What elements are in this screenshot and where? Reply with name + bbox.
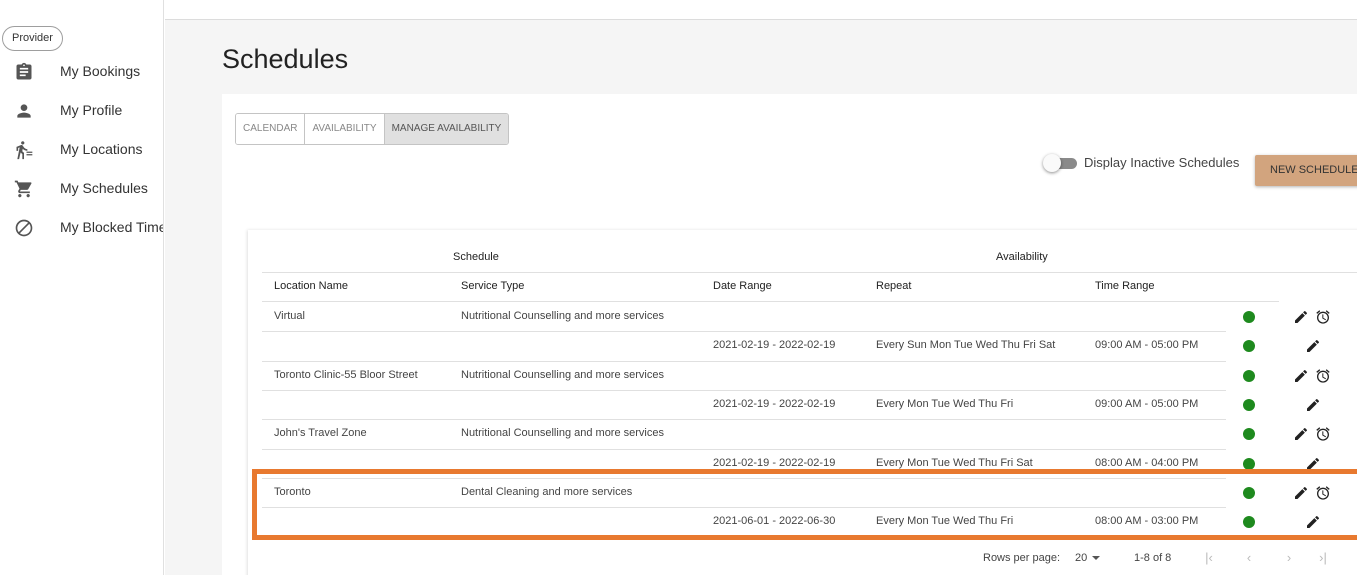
sidebar-item-label: My Schedules xyxy=(60,180,148,196)
cart-icon xyxy=(14,179,34,199)
cell-time-range: 08:00 AM - 03:00 PM xyxy=(1095,515,1199,528)
sidebar-item-label: My Blocked Times xyxy=(60,219,164,235)
divider xyxy=(262,360,1226,362)
divider xyxy=(262,507,1226,509)
column-header-repeat: Repeat xyxy=(876,280,912,292)
pagination-range: 1-8 of 8 xyxy=(1134,552,1172,564)
sidebar: Provider My Bookings My Profile My Locat… xyxy=(0,0,164,575)
cell-service: Nutritional Counselling and more service… xyxy=(461,427,664,440)
group-header-schedule: Schedule xyxy=(453,251,499,263)
cell-time-range: 09:00 AM - 05:00 PM xyxy=(1095,339,1199,352)
role-chip[interactable]: Provider xyxy=(2,26,63,51)
alarm-icon[interactable] xyxy=(1315,426,1331,442)
cell-repeat: Every Mon Tue Wed Thu Fri xyxy=(876,397,1014,410)
block-icon xyxy=(14,218,34,238)
edit-icon[interactable] xyxy=(1305,514,1321,530)
cell-location: Toronto xyxy=(274,485,311,498)
cell-date-range: 2021-02-19 - 2022-02-19 xyxy=(713,339,836,352)
inactive-schedules-toggle[interactable] xyxy=(1043,154,1079,172)
rows-per-page-select[interactable]: 20 xyxy=(1075,552,1101,564)
schedules-table: Schedule Availability Location Name Serv… xyxy=(248,230,1357,575)
tab-availability[interactable]: AVAILABILITY xyxy=(305,114,385,144)
column-header-location: Location Name xyxy=(274,280,348,292)
rows-per-page-value: 20 xyxy=(1075,552,1088,564)
last-page-icon[interactable]: ›| xyxy=(1316,550,1330,565)
tab-calendar[interactable]: CALENDAR xyxy=(236,114,306,144)
group-header-availability: Availability xyxy=(996,251,1048,263)
status-dot xyxy=(1243,516,1255,529)
cell-location: John's Travel Zone xyxy=(274,427,367,440)
new-schedule-button[interactable]: NEW SCHEDULE xyxy=(1255,155,1357,186)
sidebar-item-label: My Locations xyxy=(60,141,143,157)
column-header-date-range: Date Range xyxy=(713,280,772,292)
next-page-icon[interactable]: › xyxy=(1282,550,1296,565)
divider xyxy=(262,272,1357,273)
cell-date-range: 2021-02-19 - 2022-02-19 xyxy=(713,456,836,469)
status-dot xyxy=(1243,369,1255,382)
previous-page-icon[interactable]: ‹ xyxy=(1242,550,1256,565)
divider xyxy=(262,419,1226,421)
column-header-service: Service Type xyxy=(461,280,525,292)
alarm-icon[interactable] xyxy=(1315,485,1331,501)
person-icon xyxy=(14,101,34,121)
tab-manage-availability[interactable]: MANAGE AVAILABILITY xyxy=(384,114,509,144)
column-header-time-range: Time Range xyxy=(1095,280,1155,292)
view-tabs: CALENDAR AVAILABILITY MANAGE AVAILABILIT… xyxy=(235,113,510,145)
cell-repeat: Every Mon Tue Wed Thu Fri Sat xyxy=(876,456,1033,469)
sidebar-item-my-blocked-times[interactable]: My Blocked Times xyxy=(0,209,164,245)
cell-repeat: Every Mon Tue Wed Thu Fri xyxy=(876,515,1014,528)
edit-icon[interactable] xyxy=(1305,397,1321,413)
alarm-icon[interactable] xyxy=(1315,309,1331,325)
edit-icon[interactable] xyxy=(1305,338,1321,354)
cell-date-range: 2021-06-01 - 2022-06-30 xyxy=(713,515,836,528)
cell-time-range: 08:00 AM - 04:00 PM xyxy=(1095,456,1199,469)
status-dot xyxy=(1243,457,1255,470)
caret-down-icon xyxy=(1092,556,1101,561)
page-title: Schedules xyxy=(222,44,349,74)
edit-icon[interactable] xyxy=(1305,456,1321,472)
cell-service: Nutritional Counselling and more service… xyxy=(461,368,664,381)
status-dot xyxy=(1243,311,1255,323)
toggle-thumb xyxy=(1043,154,1061,172)
first-page-icon[interactable]: |‹ xyxy=(1202,550,1216,565)
walking-icon xyxy=(14,140,34,160)
clipboard-icon xyxy=(14,62,34,82)
status-dot xyxy=(1243,428,1255,441)
cell-location: Toronto Clinic-55 Bloor Street xyxy=(274,368,418,381)
edit-icon[interactable] xyxy=(1293,485,1309,501)
edit-icon[interactable] xyxy=(1293,309,1309,325)
rows-per-page-label: Rows per page: xyxy=(983,552,1061,564)
cell-location: Virtual xyxy=(274,310,305,322)
edit-icon[interactable] xyxy=(1293,368,1309,384)
main-content: Schedules CALENDAR AVAILABILITY MANAGE A… xyxy=(165,19,1357,575)
alarm-icon[interactable] xyxy=(1315,368,1331,384)
inactive-schedules-label: Display Inactive Schedules xyxy=(1084,155,1240,170)
divider xyxy=(262,448,1226,450)
cell-service: Dental Cleaning and more services xyxy=(461,485,633,498)
edit-icon[interactable] xyxy=(1293,426,1309,442)
sidebar-item-my-bookings[interactable]: My Bookings xyxy=(0,53,163,89)
sidebar-item-my-profile[interactable]: My Profile xyxy=(0,92,163,128)
sidebar-item-label: My Profile xyxy=(60,102,123,118)
status-dot xyxy=(1243,486,1255,499)
status-dot xyxy=(1243,340,1255,353)
status-dot xyxy=(1243,398,1255,411)
divider xyxy=(262,301,1279,302)
cell-date-range: 2021-02-19 - 2022-02-19 xyxy=(713,397,836,410)
divider xyxy=(262,389,1226,391)
cell-service: Nutritional Counselling and more service… xyxy=(461,310,664,322)
sidebar-item-my-schedules[interactable]: My Schedules xyxy=(0,170,163,206)
sidebar-item-label: My Bookings xyxy=(60,63,141,79)
cell-repeat: Every Sun Mon Tue Wed Thu Fri Sat xyxy=(876,339,1056,352)
divider xyxy=(262,477,1226,479)
cell-time-range: 09:00 AM - 05:00 PM xyxy=(1095,397,1199,410)
schedules-panel: CALENDAR AVAILABILITY MANAGE AVAILABILIT… xyxy=(222,94,1357,575)
sidebar-item-my-locations[interactable]: My Locations xyxy=(0,131,163,167)
divider xyxy=(262,331,1226,333)
